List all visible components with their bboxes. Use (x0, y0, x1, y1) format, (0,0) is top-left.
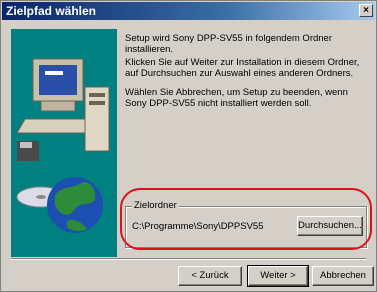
back-button[interactable]: < Zurück (178, 266, 242, 286)
setup-dialog: Zielpfad wählen × Setup wird Sony DPP-SV… (0, 0, 377, 292)
setup-artwork (11, 29, 117, 257)
next-button[interactable]: Weiter > (247, 265, 309, 287)
computer-illustration (16, 58, 110, 233)
button-separator (11, 258, 366, 260)
cancel-info-text: Wählen Sie Abbrechen, um Setup zu beende… (125, 87, 348, 109)
title-bar[interactable]: Zielpfad wählen × (2, 2, 375, 20)
cancel-button[interactable]: Abbrechen (312, 266, 374, 286)
instructions-text: Klicken Sie auf Weiter zur Installation … (125, 57, 360, 79)
intro-text: Setup wird Sony DPP-SV55 in folgendem Or… (125, 33, 332, 55)
close-button[interactable]: × (359, 4, 373, 17)
window-title: Zielpfad wählen (6, 4, 97, 18)
highlight-ellipse (120, 188, 372, 250)
